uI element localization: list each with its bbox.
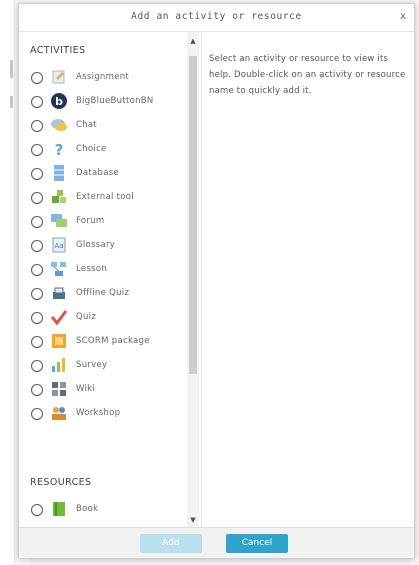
option-label: Choice [76,144,107,154]
activities-section-header: ACTIVITIES [30,45,86,56]
wiki-icon [52,382,66,396]
radio-button[interactable] [31,168,43,180]
background-mark [10,96,13,108]
quiz-icon [50,310,68,326]
option-glossary[interactable]: Aa Glossary [19,235,201,259]
radio-button[interactable] [31,120,43,132]
radio-button[interactable] [31,384,43,396]
radio-button[interactable] [31,288,43,300]
option-choice[interactable]: ? Choice [19,139,201,163]
radio-button[interactable] [31,264,43,276]
scroll-up-arrow-icon[interactable]: ▲ [187,36,199,46]
option-book[interactable]: Book [19,499,201,523]
dialog-footer: Add Cancel [19,527,414,558]
add-button[interactable]: Add [140,534,202,553]
option-assignment[interactable]: Assignment [19,67,201,91]
lesson-icon [51,262,66,276]
option-lesson[interactable]: Lesson [19,259,201,283]
radio-button[interactable] [31,144,43,156]
option-label: Chat [76,120,98,130]
radio-button[interactable] [31,216,43,228]
option-label: Offline Quiz [76,288,130,298]
option-forum[interactable]: Forum [19,211,201,235]
svg-text:Aa: Aa [54,242,63,250]
option-chat[interactable]: Chat [19,115,201,139]
option-external-tool[interactable]: External tool [19,187,201,211]
database-icon [54,165,64,181]
option-label: Assignment [76,72,130,82]
option-label: Workshop [76,408,121,418]
option-wiki[interactable]: Wiki [19,379,201,403]
radio-button[interactable] [31,72,43,84]
radio-button[interactable] [31,240,43,252]
resources-section-header: RESOURCES [30,477,92,488]
option-survey[interactable]: Survey [19,355,201,379]
forum-icon [51,214,67,227]
choice-icon: ? [55,141,64,158]
option-label: SCORM package [76,336,150,346]
bigbluebutton-icon: b [51,93,67,109]
option-offline-quiz[interactable]: Offline Quiz [19,283,201,307]
close-icon[interactable]: x [396,10,410,24]
radio-button[interactable] [31,96,43,108]
svg-text:?: ? [55,141,64,158]
svg-text:b: b [55,95,63,108]
option-quiz[interactable]: Quiz [19,307,201,331]
option-bigbluebuttonbn[interactable]: b BigBlueButtonBN [19,91,201,115]
scorm-icon [52,334,66,348]
scroll-down-arrow-icon[interactable]: ▼ [187,515,199,525]
scrollbar-thumb[interactable] [189,56,197,374]
option-label: Lesson [76,264,108,274]
option-label: Quiz [76,312,97,322]
radio-button[interactable] [31,408,43,420]
options-list: ACTIVITIES Assignment b BigBlueButtonBN [19,32,202,527]
background-mark [10,60,13,78]
options-scrollbar[interactable]: ▲ ▼ [187,32,199,527]
radio-button[interactable] [31,360,43,372]
option-workshop[interactable]: Workshop [19,403,201,427]
radio-button[interactable] [31,312,43,324]
radio-button[interactable] [31,192,43,204]
radio-button[interactable] [31,336,43,348]
option-label: BigBlueButtonBN [76,96,154,106]
external-tool-icon [52,190,66,203]
option-label: External tool [76,192,134,202]
option-label: Glossary [76,240,116,250]
radio-button[interactable] [31,504,43,516]
activity-chooser-dialog: Add an activity or resource x ACTIVITIES… [18,3,415,558]
chat-icon [51,119,67,131]
glossary-icon: Aa [52,237,66,253]
assignment-icon [52,70,65,84]
book-icon [53,502,65,516]
background-left-strip [0,0,15,565]
option-label: Wiki [76,384,96,394]
dialog-title: Add an activity or resource [131,11,302,22]
cancel-button[interactable]: Cancel [226,534,288,553]
option-database[interactable]: Database [19,163,201,187]
option-label: Forum [76,216,105,226]
dialog-header: Add an activity or resource x [19,4,414,32]
workshop-icon [52,407,66,420]
offline-quiz-icon [53,287,65,299]
help-text: Select an activity or resource to view i… [209,54,406,96]
option-scorm-package[interactable]: SCORM package [19,331,201,355]
survey-icon [52,358,65,372]
option-label: Book [76,504,99,514]
option-label: Survey [76,360,108,370]
option-label: Database [76,168,119,178]
